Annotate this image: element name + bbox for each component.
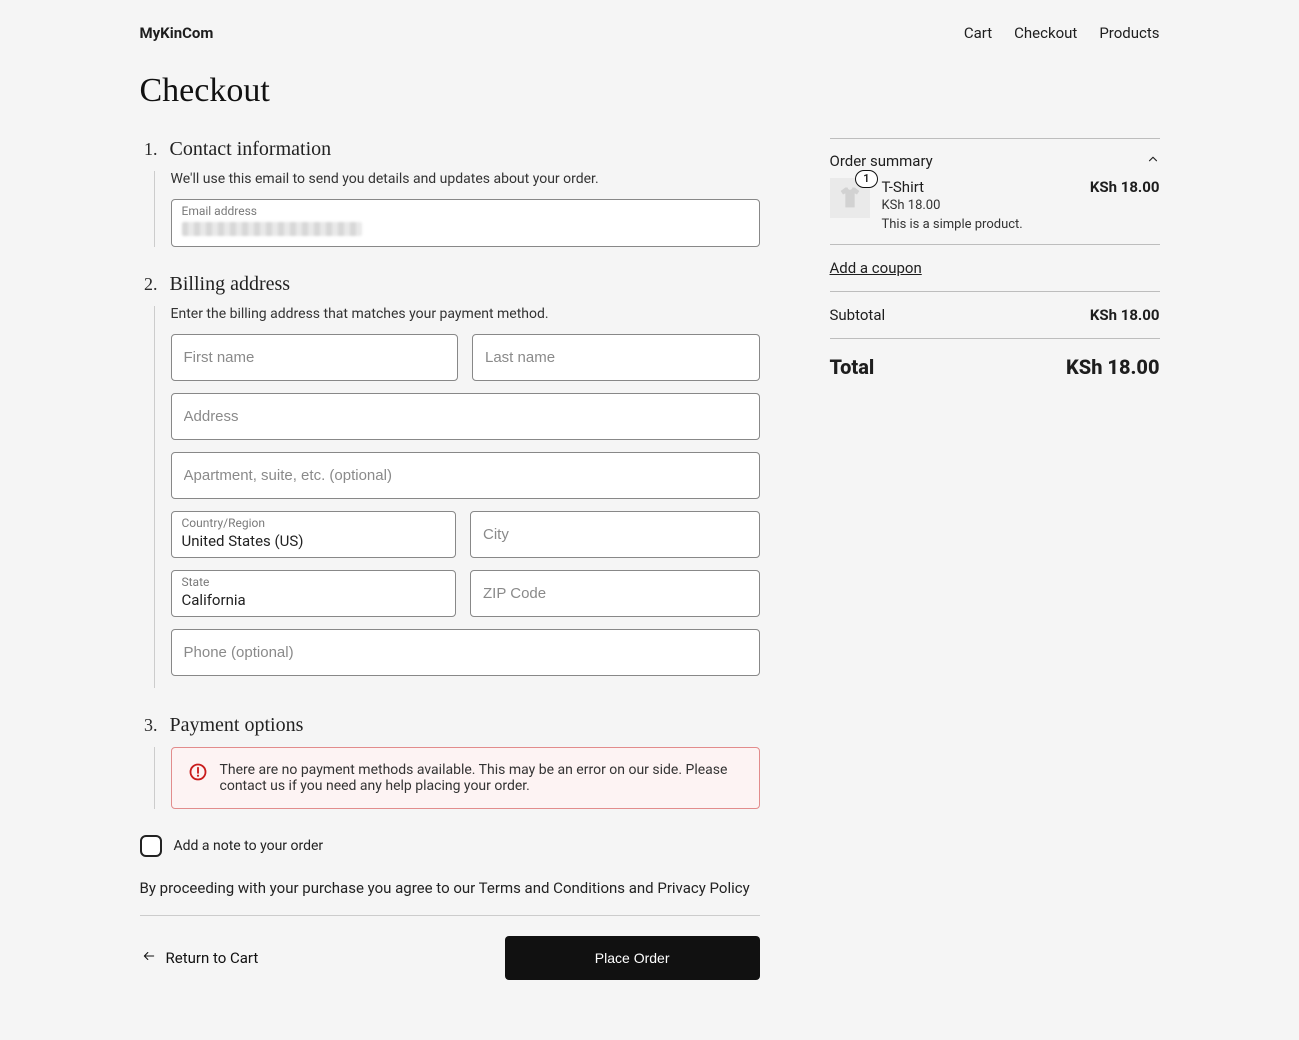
payment-error-text: There are no payment methods available. … — [220, 762, 743, 794]
top-nav: Cart Checkout Products — [964, 24, 1160, 42]
total-label: Total — [830, 355, 875, 379]
zip-input[interactable] — [470, 570, 760, 617]
return-label: Return to Cart — [166, 949, 259, 967]
state-select[interactable]: State California — [171, 570, 457, 617]
subtotal-label: Subtotal — [830, 306, 886, 324]
last-name-input[interactable] — [472, 334, 760, 381]
item-desc: This is a simple product. — [882, 217, 1078, 232]
error-icon — [188, 762, 208, 794]
address-input[interactable] — [171, 393, 760, 440]
nav-cart[interactable]: Cart — [964, 24, 992, 42]
step-billing-desc: Enter the billing address that matches y… — [171, 306, 760, 322]
divider — [140, 915, 760, 916]
tshirt-icon — [836, 184, 864, 212]
add-note-checkbox[interactable] — [140, 835, 162, 857]
step-billing-title: Billing address — [170, 273, 291, 296]
step-payment-title: Payment options — [170, 714, 304, 737]
email-label: Email address — [182, 204, 749, 218]
email-field[interactable]: Email address — [171, 199, 760, 247]
order-summary-title: Order summary — [830, 152, 933, 170]
city-input[interactable] — [470, 511, 760, 558]
agree-text: By proceeding with your purchase you agr… — [140, 879, 760, 897]
add-note-label: Add a note to your order — [174, 838, 324, 854]
subtotal-value: KSh 18.00 — [1090, 306, 1160, 324]
state-label: State — [182, 575, 446, 589]
email-value-redacted — [182, 222, 362, 236]
country-value: United States (US) — [182, 532, 446, 550]
place-order-button[interactable]: Place Order — [505, 936, 760, 980]
brand-logo[interactable]: MyKinCom — [140, 24, 214, 42]
payment-error-alert: There are no payment methods available. … — [171, 747, 760, 809]
chevron-up-icon[interactable] — [1146, 152, 1160, 170]
order-item: 1 T-Shirt KSh 18.00 This is a simple pro… — [830, 176, 1160, 245]
item-thumbnail: 1 — [830, 178, 870, 218]
total-value: KSh 18.00 — [1066, 355, 1159, 379]
return-to-cart-link[interactable]: Return to Cart — [140, 949, 259, 967]
country-label: Country/Region — [182, 516, 446, 530]
state-value: California — [182, 591, 446, 609]
first-name-input[interactable] — [171, 334, 459, 381]
phone-input[interactable] — [171, 629, 760, 676]
nav-checkout[interactable]: Checkout — [1014, 24, 1077, 42]
country-select[interactable]: Country/Region United States (US) — [171, 511, 457, 558]
add-coupon-link[interactable]: Add a coupon — [830, 259, 922, 277]
apartment-input[interactable] — [171, 452, 760, 499]
item-line-price: KSh 18.00 — [1090, 178, 1160, 232]
nav-products[interactable]: Products — [1099, 24, 1159, 42]
page-title: Checkout — [140, 72, 1160, 110]
item-unit-price: KSh 18.00 — [882, 198, 1078, 213]
step-contact-desc: We'll use this email to send you details… — [171, 171, 760, 187]
item-name: T-Shirt — [882, 178, 1078, 196]
arrow-left-icon — [140, 949, 158, 967]
step-contact-title: Contact information — [170, 138, 332, 161]
